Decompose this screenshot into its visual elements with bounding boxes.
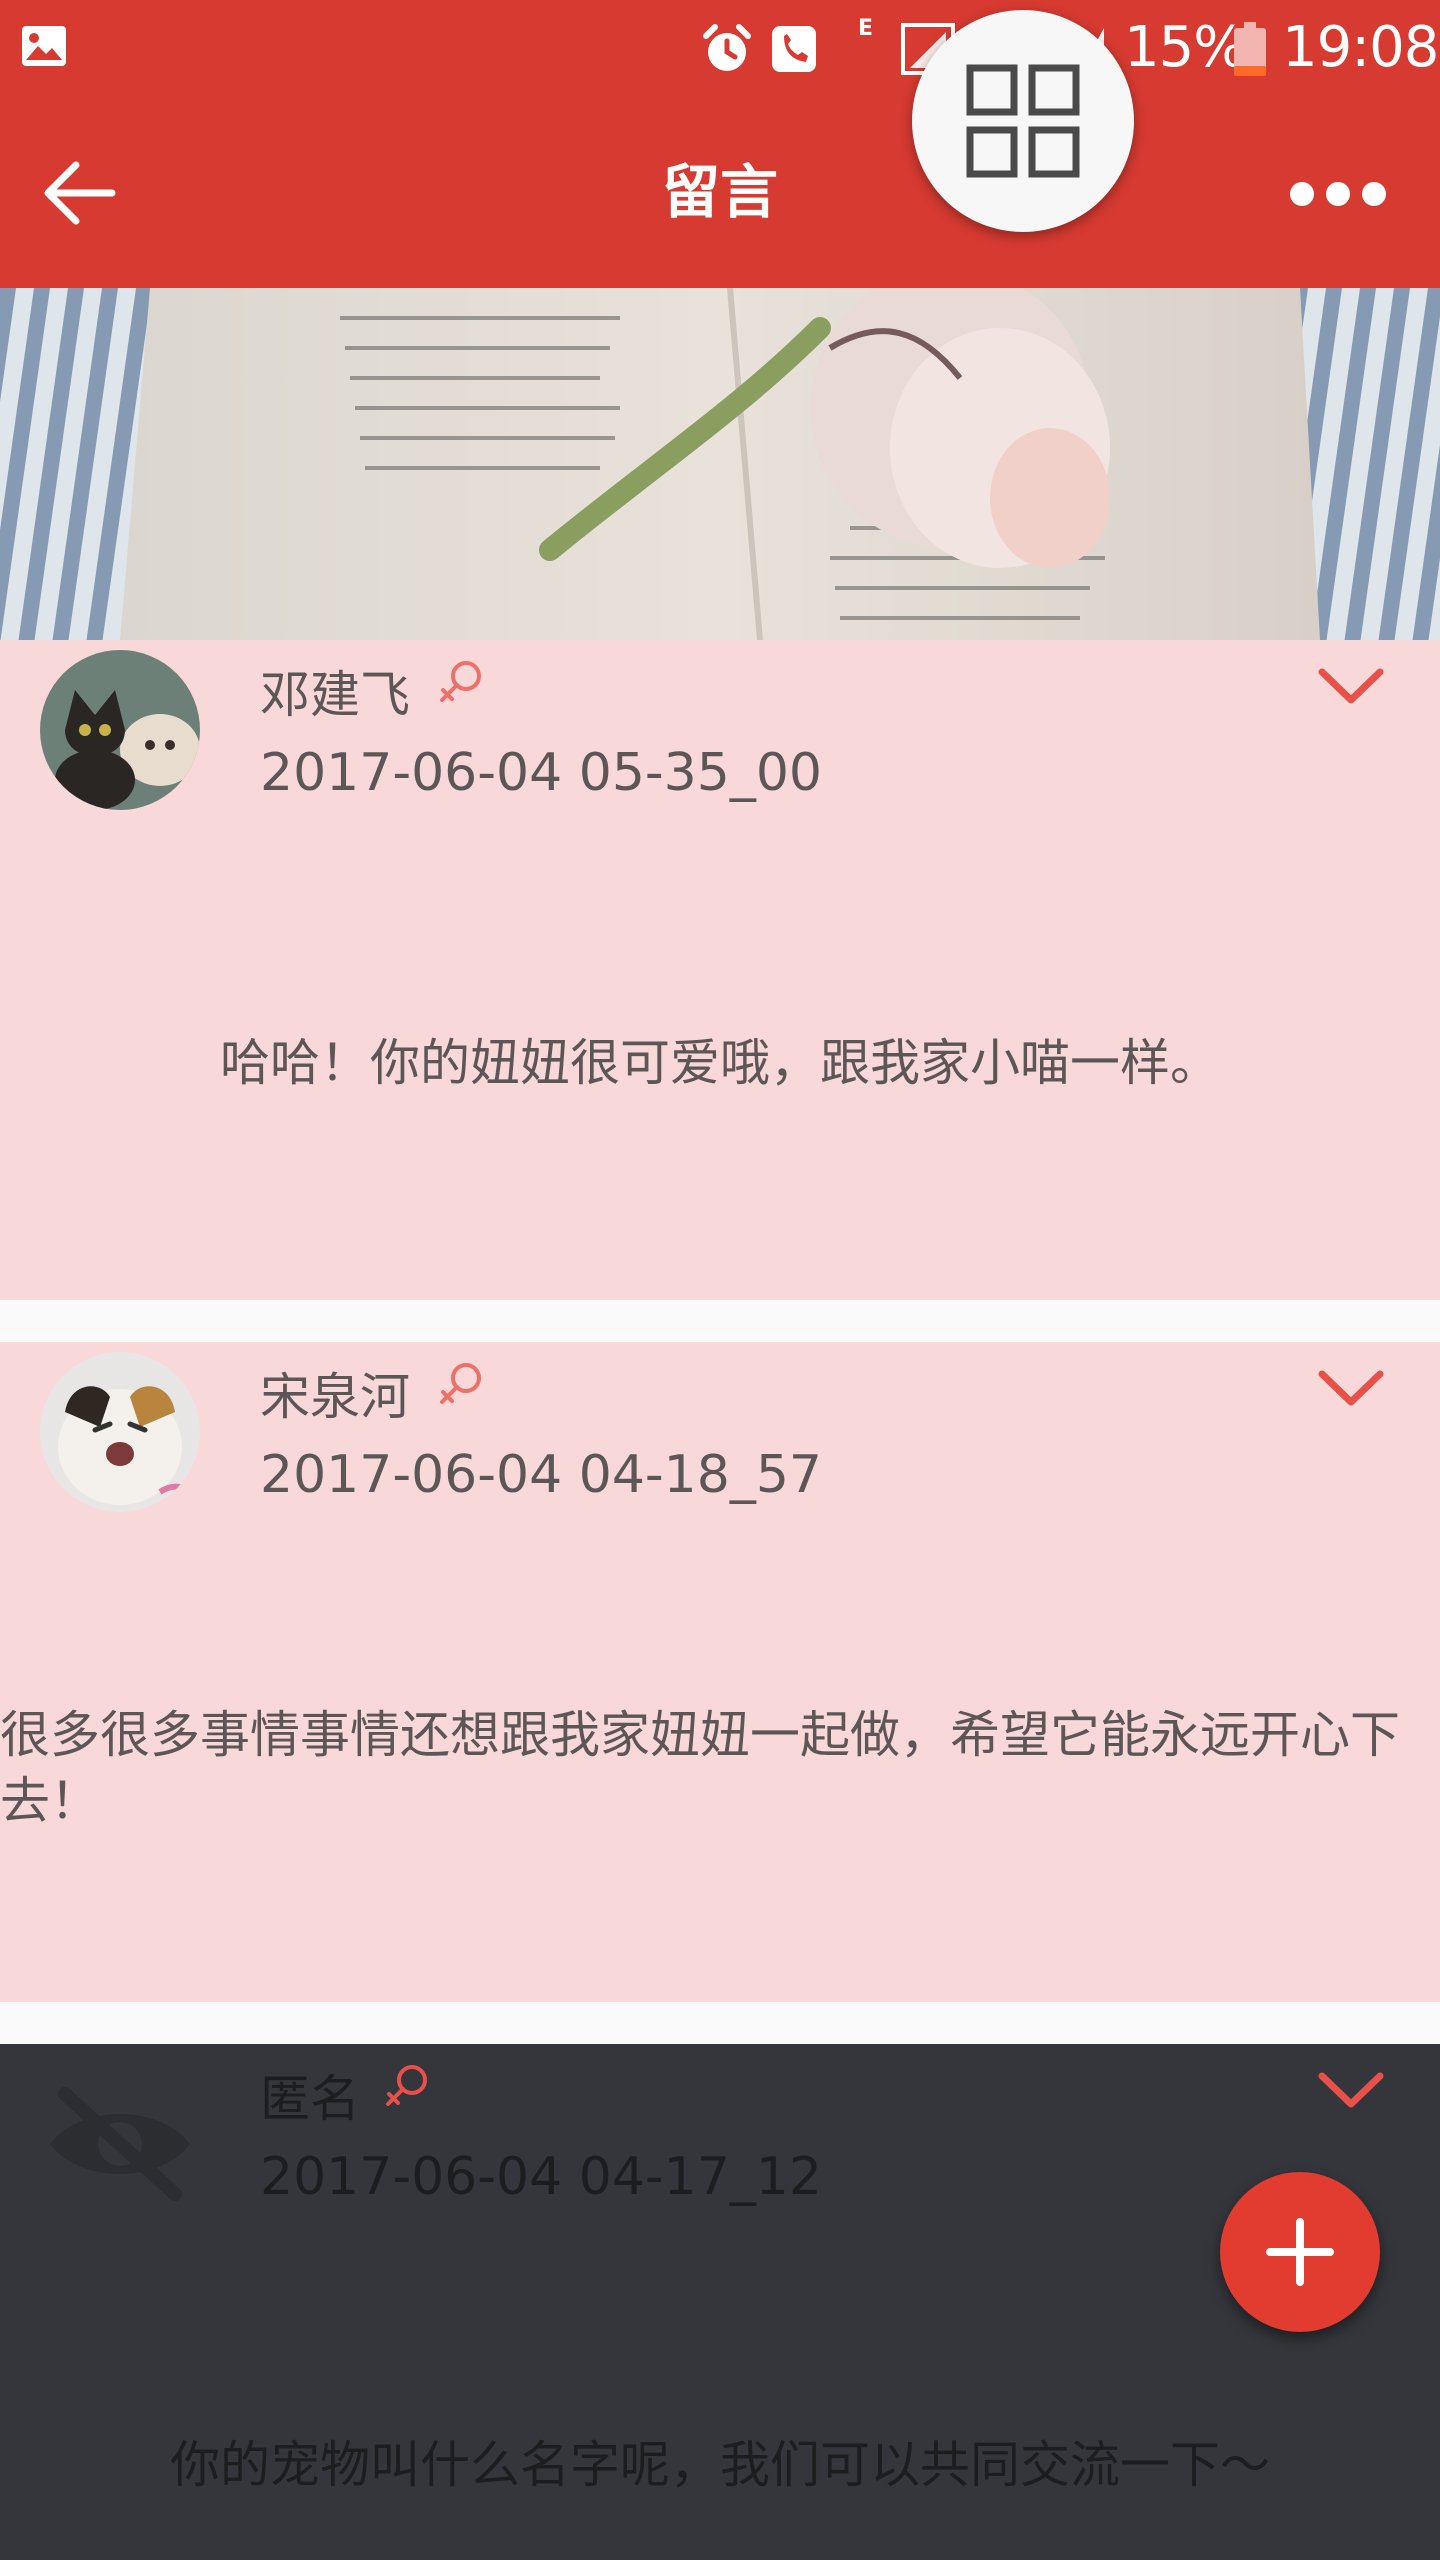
message-card[interactable]: 宋泉河 2017-06-04 04-18_57 很多很多事情事情还想跟我家妞妞一… — [0, 1342, 1440, 2002]
eye-off-icon — [50, 2087, 190, 2201]
author-name: 匿名 — [260, 2070, 360, 2128]
plus-icon — [1266, 2218, 1334, 2286]
app-bar: 留言 — [0, 96, 1440, 288]
gallery-icon — [22, 26, 66, 66]
message-content: 很多很多事情事情还想跟我家妞妞一起做，希望它能永远开心下去！ — [0, 1706, 1400, 1830]
female-icon — [440, 1363, 481, 1404]
grid-icon — [966, 64, 1080, 178]
message-content: 哈哈！你的妞妞很可爱哦，跟我家小喵一样。 — [220, 1034, 1220, 1092]
author-name: 宋泉河 — [260, 1368, 410, 1426]
call-icon — [772, 26, 816, 72]
more-dot — [1362, 182, 1386, 206]
chevron-down-icon[interactable] — [1316, 2066, 1386, 2114]
chevron-down-icon[interactable] — [1316, 1364, 1386, 1412]
floating-grid-button[interactable] — [912, 10, 1134, 232]
message-card[interactable]: 匿名 2017-06-04 04-17_12 你的宠物叫什么名字呢，我们可以共同… — [0, 2044, 1440, 2560]
message-card[interactable]: 邓建飞 2017-06-04 05-35_00 哈哈！你的妞妞很可爱哦，跟我家小… — [0, 640, 1440, 1300]
female-icon — [440, 661, 481, 702]
more-button[interactable] — [1290, 176, 1390, 208]
add-message-button[interactable] — [1220, 2172, 1380, 2332]
avatar[interactable] — [40, 650, 200, 810]
message-time: 2017-06-04 05-35_00 — [260, 743, 822, 803]
more-dot — [1326, 182, 1350, 206]
chevron-down-icon[interactable] — [1316, 662, 1386, 710]
header-banner — [0, 288, 1440, 640]
author-name: 邓建飞 — [260, 666, 410, 724]
avatar-anonymous[interactable] — [40, 2054, 200, 2214]
message-time: 2017-06-04 04-18_57 — [260, 1445, 822, 1505]
message-content: 你的宠物叫什么名字呢，我们可以共同交流一下～ — [170, 2436, 1270, 2494]
more-dots-icon — [1290, 182, 1314, 206]
avatar-cat-image — [40, 1352, 200, 1512]
banner-image — [0, 288, 1440, 640]
battery-icon — [1234, 22, 1266, 76]
message-time: 2017-06-04 04-17_12 — [260, 2147, 822, 2207]
avatar-cat-image — [40, 650, 200, 810]
status-bar: E 15% 19:08 — [0, 0, 1440, 96]
battery-percent: 15% — [1124, 15, 1246, 80]
avatar[interactable] — [40, 1352, 200, 1512]
network-type: E — [858, 16, 873, 41]
clock: 19:08 — [1282, 15, 1439, 80]
female-icon — [386, 2065, 427, 2106]
page-title: 留言 — [661, 158, 778, 226]
alarm-icon — [703, 24, 751, 71]
